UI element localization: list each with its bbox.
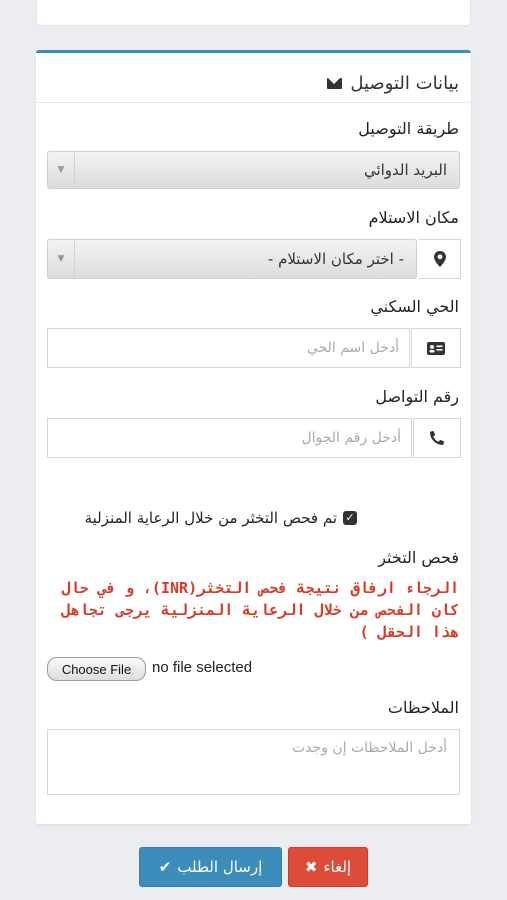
district-label: الحي السكني [370, 297, 459, 316]
coag-warning-line: هذا الحقل ) [359, 623, 459, 641]
chevron-down-icon: ▼ [48, 240, 75, 278]
district-placeholder: أدخل اسم الحي [306, 340, 399, 356]
delivery-method-value: البريد الدوائي [363, 161, 447, 179]
pickup-value: - اختر مكان الاستلام - [267, 250, 404, 268]
notes-textarea[interactable]: أدخل الملاحظات إن وجدت [47, 729, 460, 795]
cancel-button[interactable]: إلغاء ✖ [288, 847, 368, 887]
phone-icon [413, 418, 461, 458]
choose-file-button[interactable]: Choose File [47, 657, 146, 681]
panel-header: بيانات التوصيل [36, 53, 471, 103]
cancel-label: إلغاء [323, 858, 352, 876]
coag-warning-line: الرجاء ارفاق نتيجة فحص التخثر(INR)، و في… [61, 579, 459, 597]
notes-label: الملاحظات [387, 698, 459, 717]
delivery-panel: بيانات التوصيل طريقة التوصيل البريد الدو… [36, 50, 471, 824]
coag-warning: الرجاء ارفاق نتيجة فحص التخثر(INR)، و في… [49, 577, 459, 643]
phone-label: رقم التواصل [375, 387, 459, 406]
check-icon: ✔ [158, 858, 172, 876]
id-card-icon [411, 328, 461, 368]
home-care-checkbox-row[interactable]: ✓ تم فحص التخثر من خلال الرعاية المنزلية [85, 509, 357, 527]
file-status: no file selected [152, 659, 253, 676]
coag-warning-line: كان الفحص من خلال الرعاية المنزلية يرجى … [61, 601, 459, 619]
delivery-method-select[interactable]: البريد الدوائي ▼ [47, 151, 460, 189]
coag-test-label: فحص التخثر [378, 548, 459, 567]
chevron-down-icon: ▼ [48, 152, 75, 188]
panel-title: بيانات التوصيل [350, 73, 459, 94]
delivery-method-label: طريقة التوصيل [358, 119, 459, 138]
phone-placeholder: أدخل رقم الجوال [301, 430, 401, 446]
envelope-icon [327, 78, 343, 89]
pickup-select[interactable]: - اختر مكان الاستلام - ▼ [47, 239, 417, 279]
notes-placeholder: أدخل الملاحظات إن وجدت [291, 740, 447, 756]
home-care-label: تم فحص التخثر من خلال الرعاية المنزلية [84, 509, 337, 527]
submit-label: إرسال الطلب [177, 858, 263, 876]
district-input[interactable]: أدخل اسم الحي [47, 328, 410, 368]
close-icon: ✖ [304, 858, 318, 876]
submit-button[interactable]: إرسال الطلب ✔ [139, 847, 282, 887]
phone-input[interactable]: أدخل رقم الجوال [47, 418, 412, 458]
location-pin-icon [419, 239, 461, 279]
previous-panel [36, 0, 471, 26]
pickup-label: مكان الاستلام [368, 208, 459, 227]
home-care-checkbox[interactable]: ✓ [343, 511, 357, 525]
